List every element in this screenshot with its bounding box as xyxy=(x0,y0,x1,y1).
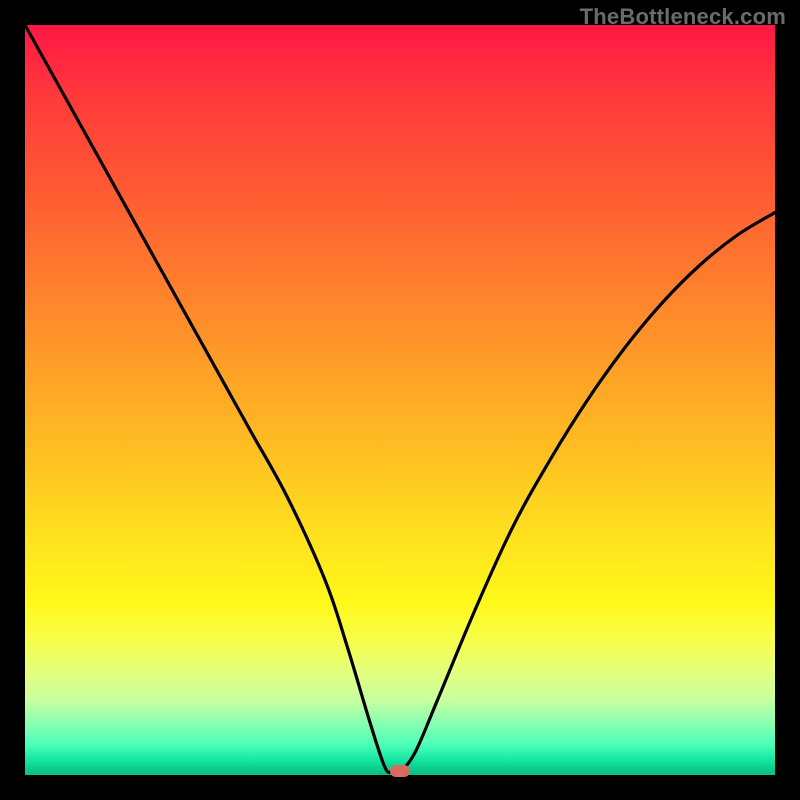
min-marker xyxy=(390,765,410,777)
chart-frame: TheBottleneck.com xyxy=(0,0,800,800)
curve-svg xyxy=(25,25,775,775)
curve-path xyxy=(25,25,775,773)
watermark-label: TheBottleneck.com xyxy=(580,4,786,30)
plot-area xyxy=(25,25,775,775)
